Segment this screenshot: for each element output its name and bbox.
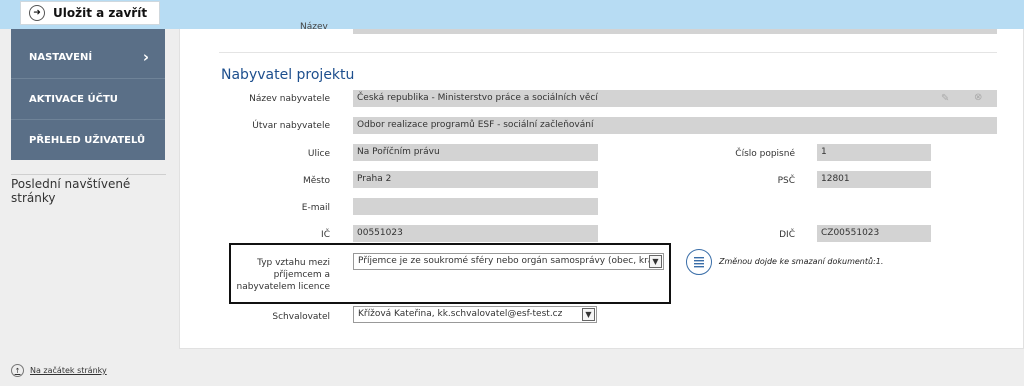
top-field bbox=[353, 29, 997, 34]
recent-pages-title: Poslední navštívené stránky bbox=[11, 174, 166, 205]
psc-label: PSČ bbox=[777, 176, 795, 186]
utvar-nabyvatele-label: Útvar nabyvatele bbox=[252, 121, 330, 131]
sidebar-item-nastaveni[interactable]: NASTAVENÍ › bbox=[11, 37, 165, 78]
chevron-right-icon: › bbox=[142, 47, 149, 66]
section-title: Nabyvatel projektu bbox=[221, 67, 355, 83]
ulice-label: Ulice bbox=[307, 149, 330, 159]
top-toolbar: ➜ Uložit a zavřít bbox=[0, 0, 1024, 29]
arrow-right-icon: ➜ bbox=[29, 5, 45, 21]
psc-field: 12801 bbox=[817, 171, 931, 188]
document-note: Změnou dojde ke smazaní dokumentů:1. bbox=[719, 257, 884, 266]
save-and-close-label: Uložit a zavřít bbox=[53, 6, 148, 20]
nazev-nabyvatele-label: Název nabyvatele bbox=[249, 94, 330, 104]
back-to-top-link[interactable]: ↑ Na začátek stránky bbox=[11, 364, 107, 377]
email-label: E-mail bbox=[301, 203, 330, 213]
schvalovatel-value: Křížová Kateřina, kk.schvalovatel@esf-te… bbox=[358, 309, 563, 319]
ulice-field: Na Poříčním právu bbox=[353, 144, 598, 161]
email-field bbox=[353, 198, 598, 215]
document-list-icon bbox=[686, 249, 712, 275]
typ-vztahu-value: Příjemce je ze soukromé sféry nebo orgán… bbox=[358, 256, 660, 266]
sidebar-item-prehled-uzivatelu[interactable]: PŘEHLED UŽIVATELŮ bbox=[11, 119, 165, 160]
divider bbox=[219, 52, 997, 53]
top-field-label: Název bbox=[300, 22, 328, 32]
cislo-popisne-field: 1 bbox=[817, 144, 931, 161]
nazev-nabyvatele-field: Česká republika - Ministerstvo práce a s… bbox=[353, 90, 997, 107]
typ-vztahu-select[interactable]: Příjemce je ze soukromé sféry nebo orgán… bbox=[353, 253, 664, 270]
sidebar-item-label: NASTAVENÍ bbox=[29, 52, 93, 63]
ic-field: 00551023 bbox=[353, 225, 598, 242]
cislo-popisne-label: Číslo popisné bbox=[735, 149, 795, 159]
ic-label: IČ bbox=[321, 230, 330, 240]
utvar-nabyvatele-field: Odbor realizace programů ESF - sociální … bbox=[353, 117, 997, 134]
mesto-label: Město bbox=[302, 176, 330, 186]
sidebar-menu: NASTAVENÍ › AKTIVACE ÚČTU PŘEHLED UŽIVAT… bbox=[11, 29, 165, 160]
sidebar-item-label: AKTIVACE ÚČTU bbox=[29, 93, 118, 105]
mesto-field: Praha 2 bbox=[353, 171, 598, 188]
typ-vztahu-label-line: příjemcem a bbox=[273, 270, 330, 280]
chevron-down-icon: ▼ bbox=[582, 308, 595, 321]
dic-label: DIČ bbox=[779, 230, 795, 240]
sidebar-item-label: PŘEHLED UŽIVATELŮ bbox=[29, 134, 146, 146]
dic-field: CZ00551023 bbox=[817, 225, 931, 242]
chevron-down-icon: ▼ bbox=[649, 255, 662, 268]
save-and-close-button[interactable]: ➜ Uložit a zavřít bbox=[20, 1, 161, 25]
document-lines-icon bbox=[694, 257, 704, 268]
typ-vztahu-label-line: nabyvatelem licence bbox=[236, 282, 330, 292]
schvalovatel-label: Schvalovatel bbox=[272, 312, 330, 322]
edit-icon[interactable]: ✎ bbox=[941, 93, 949, 104]
arrow-up-icon: ↑ bbox=[11, 364, 24, 377]
schvalovatel-select[interactable]: Křížová Kateřina, kk.schvalovatel@esf-te… bbox=[353, 306, 597, 323]
typ-vztahu-label-line: Typ vztahu mezi bbox=[257, 258, 330, 268]
back-to-top-label: Na začátek stránky bbox=[30, 366, 107, 375]
sidebar-item-aktivace-uctu[interactable]: AKTIVACE ÚČTU bbox=[11, 78, 165, 119]
clear-icon[interactable]: ⊗ bbox=[974, 92, 982, 103]
typ-vztahu-label: Typ vztahu mezi příjemcem a nabyvatelem … bbox=[230, 257, 330, 293]
